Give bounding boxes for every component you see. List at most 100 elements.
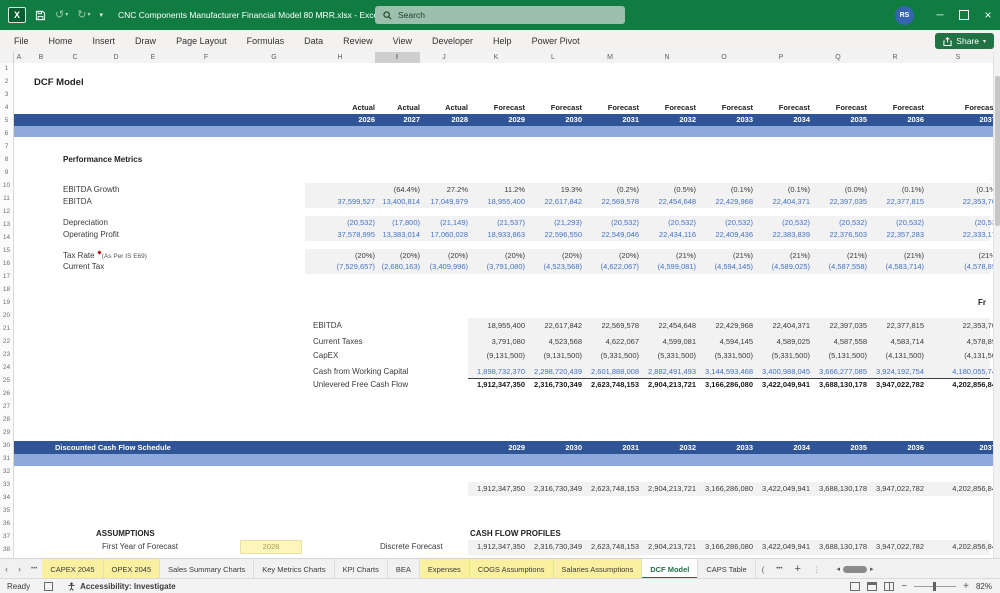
ribbon-tab-developer[interactable]: Developer xyxy=(422,30,483,52)
cash-flow-profile-cell[interactable]: 3,947,022,782 xyxy=(876,541,924,553)
row-header-7[interactable]: 7 xyxy=(0,143,13,150)
data-cell[interactable]: (4,599,081) xyxy=(658,261,696,273)
ribbon-tab-insert[interactable]: Insert xyxy=(83,30,126,52)
row-header-13[interactable]: 13 xyxy=(0,221,13,228)
data-cell[interactable]: 22,376,503 xyxy=(829,229,867,241)
data-cell[interactable]: 22,397,035 xyxy=(829,196,867,208)
column-header-H[interactable]: H xyxy=(337,52,342,63)
data-cell[interactable]: 18,955,400 xyxy=(487,320,525,332)
accessibility-status[interactable]: Accessibility: Investigate xyxy=(60,582,183,591)
row-header-26[interactable]: 26 xyxy=(0,390,13,397)
data-cell[interactable]: 3,947,022,782 xyxy=(876,379,924,391)
data-cell[interactable]: (4,523,568) xyxy=(544,261,582,273)
row-header-27[interactable]: 27 xyxy=(0,403,13,410)
column-header-Q[interactable]: Q xyxy=(835,52,840,63)
data-cell[interactable]: (5,331,500) xyxy=(715,350,753,362)
column-header-B[interactable]: B xyxy=(39,52,44,63)
macro-record-icon[interactable] xyxy=(37,582,60,591)
sheet-tab-cogs-assumptions[interactable]: COGS Assumptions xyxy=(469,559,554,579)
data-cell[interactable]: 22,353,70 xyxy=(963,196,996,208)
data-cell[interactable]: 22,377,815 xyxy=(886,320,924,332)
close-button[interactable]: × xyxy=(976,0,1000,30)
column-header-D[interactable]: D xyxy=(113,52,118,63)
dcf-value-cell[interactable]: 3,422,049,941 xyxy=(762,483,810,495)
data-cell[interactable]: 22,454,648 xyxy=(658,196,696,208)
data-cell[interactable]: 4,587,558 xyxy=(834,336,867,348)
sheet-tab-sales-summary-charts[interactable]: Sales Summary Charts xyxy=(160,559,255,579)
data-cell[interactable]: 4,622,067 xyxy=(606,336,639,348)
customize-toolbar-caret-icon[interactable]: ▾ xyxy=(99,12,103,19)
data-cell[interactable]: 22,429,968 xyxy=(715,196,753,208)
data-cell[interactable]: 37,578,995 xyxy=(337,229,375,241)
dcf-value-cell[interactable]: 3,166,286,080 xyxy=(705,483,753,495)
row-header-38[interactable]: 38 xyxy=(0,546,13,553)
cash-flow-profile-cell[interactable]: 4,202,856,84 xyxy=(952,541,996,553)
cash-flow-profile-cell[interactable]: 3,688,130,178 xyxy=(819,541,867,553)
row-header-9[interactable]: 9 xyxy=(0,169,13,176)
data-cell[interactable]: (20,532) xyxy=(782,217,810,229)
dcf-value-cell[interactable]: 2,316,730,349 xyxy=(534,483,582,495)
data-cell[interactable]: 22,397,035 xyxy=(829,320,867,332)
zoom-in-button[interactable]: + xyxy=(963,581,969,592)
zoom-out-button[interactable]: − xyxy=(901,581,907,592)
data-cell[interactable]: (4,587,558) xyxy=(829,261,867,273)
row-header-17[interactable]: 17 xyxy=(0,273,13,280)
column-header-A[interactable]: A xyxy=(17,52,22,63)
zoom-slider-thumb[interactable] xyxy=(933,582,937,591)
data-cell[interactable]: (4,583,714) xyxy=(886,261,924,273)
data-cell[interactable]: 22,454,648 xyxy=(658,320,696,332)
cash-flow-profile-cell[interactable]: 1,912,347,350 xyxy=(477,541,525,553)
tabs-more-icon[interactable]: ••• xyxy=(770,559,788,579)
data-cell[interactable]: (4,131,50 xyxy=(964,350,996,362)
row-header-34[interactable]: 34 xyxy=(0,494,13,501)
row-header-25[interactable]: 25 xyxy=(0,377,13,384)
row-header-28[interactable]: 28 xyxy=(0,416,13,423)
data-cell[interactable]: 22,377,815 xyxy=(886,196,924,208)
data-cell[interactable]: 17,060,028 xyxy=(430,229,468,241)
data-cell[interactable]: (20,532) xyxy=(347,217,375,229)
tabs-overflow-icon[interactable]: ••• xyxy=(26,559,42,579)
zoom-level[interactable]: 82% xyxy=(976,582,992,591)
tabs-scroll-next-icon[interactable]: › xyxy=(13,559,26,579)
row-header-6[interactable]: 6 xyxy=(0,130,13,137)
row-header-37[interactable]: 37 xyxy=(0,533,13,540)
column-header-R[interactable]: R xyxy=(892,52,897,63)
sheet-tab-caps-table[interactable]: CAPS Table xyxy=(698,559,756,579)
sheet-tab-kpi-charts[interactable]: KPI Charts xyxy=(335,559,388,579)
data-cell[interactable]: (20,532) xyxy=(668,217,696,229)
row-header-3[interactable]: 3 xyxy=(0,91,13,98)
cash-flow-profile-cell[interactable]: 2,904,213,721 xyxy=(648,541,696,553)
row-headers[interactable]: 1 2 3 4 5 6 7 8 9 10 11 12 13 14 15 16 17 18 19 20 21 22 23 24 2… xyxy=(0,63,14,558)
row-header-18[interactable]: 18 xyxy=(0,286,13,293)
undo-caret-icon[interactable]: ▾ xyxy=(65,12,68,18)
column-header-G[interactable]: G xyxy=(271,52,276,63)
dcf-value-cell[interactable]: 3,947,022,782 xyxy=(876,483,924,495)
data-cell[interactable]: 4,202,856,84 xyxy=(952,379,996,391)
data-cell[interactable]: 37,599,527 xyxy=(337,196,375,208)
ribbon-tab-file[interactable]: File xyxy=(4,30,39,52)
ribbon-tab-view[interactable]: View xyxy=(383,30,422,52)
row-header-24[interactable]: 24 xyxy=(0,364,13,371)
sheet-grid[interactable]: 1 2 3 4 5 6 7 8 9 10 11 12 13 14 15 16 17 18 19 20 21 22 23 24 2… xyxy=(0,63,1000,558)
account-avatar[interactable]: RS xyxy=(895,5,914,25)
data-cell[interactable]: 3,422,049,941 xyxy=(762,379,810,391)
sheet-tab-bea[interactable]: BEA xyxy=(388,559,420,579)
column-header-P[interactable]: P xyxy=(779,52,784,63)
dcf-value-cell[interactable]: 4,202,856,84 xyxy=(952,483,996,495)
column-header-M[interactable]: M xyxy=(607,52,613,63)
data-cell[interactable]: 3,791,080 xyxy=(492,336,525,348)
cash-flow-profile-cell[interactable]: 2,623,748,153 xyxy=(591,541,639,553)
restore-button[interactable] xyxy=(952,0,976,30)
row-header-30[interactable]: 30 xyxy=(0,442,13,449)
data-cell[interactable]: 2,882,491,493 xyxy=(648,366,696,378)
data-cell[interactable]: 4,523,568 xyxy=(549,336,582,348)
select-all-corner[interactable] xyxy=(0,52,14,63)
data-cell[interactable]: 1,898,732,370 xyxy=(477,366,525,378)
data-cell[interactable]: (0.5%) xyxy=(674,184,696,196)
row-header-2[interactable]: 2 xyxy=(0,78,13,85)
row-header-16[interactable]: 16 xyxy=(0,260,13,267)
data-cell[interactable]: 4,583,714 xyxy=(891,336,924,348)
data-cell[interactable]: 11.2% xyxy=(504,184,525,196)
column-header-J[interactable]: J xyxy=(442,52,446,63)
data-cell[interactable]: 4,180,055,74 xyxy=(952,366,996,378)
